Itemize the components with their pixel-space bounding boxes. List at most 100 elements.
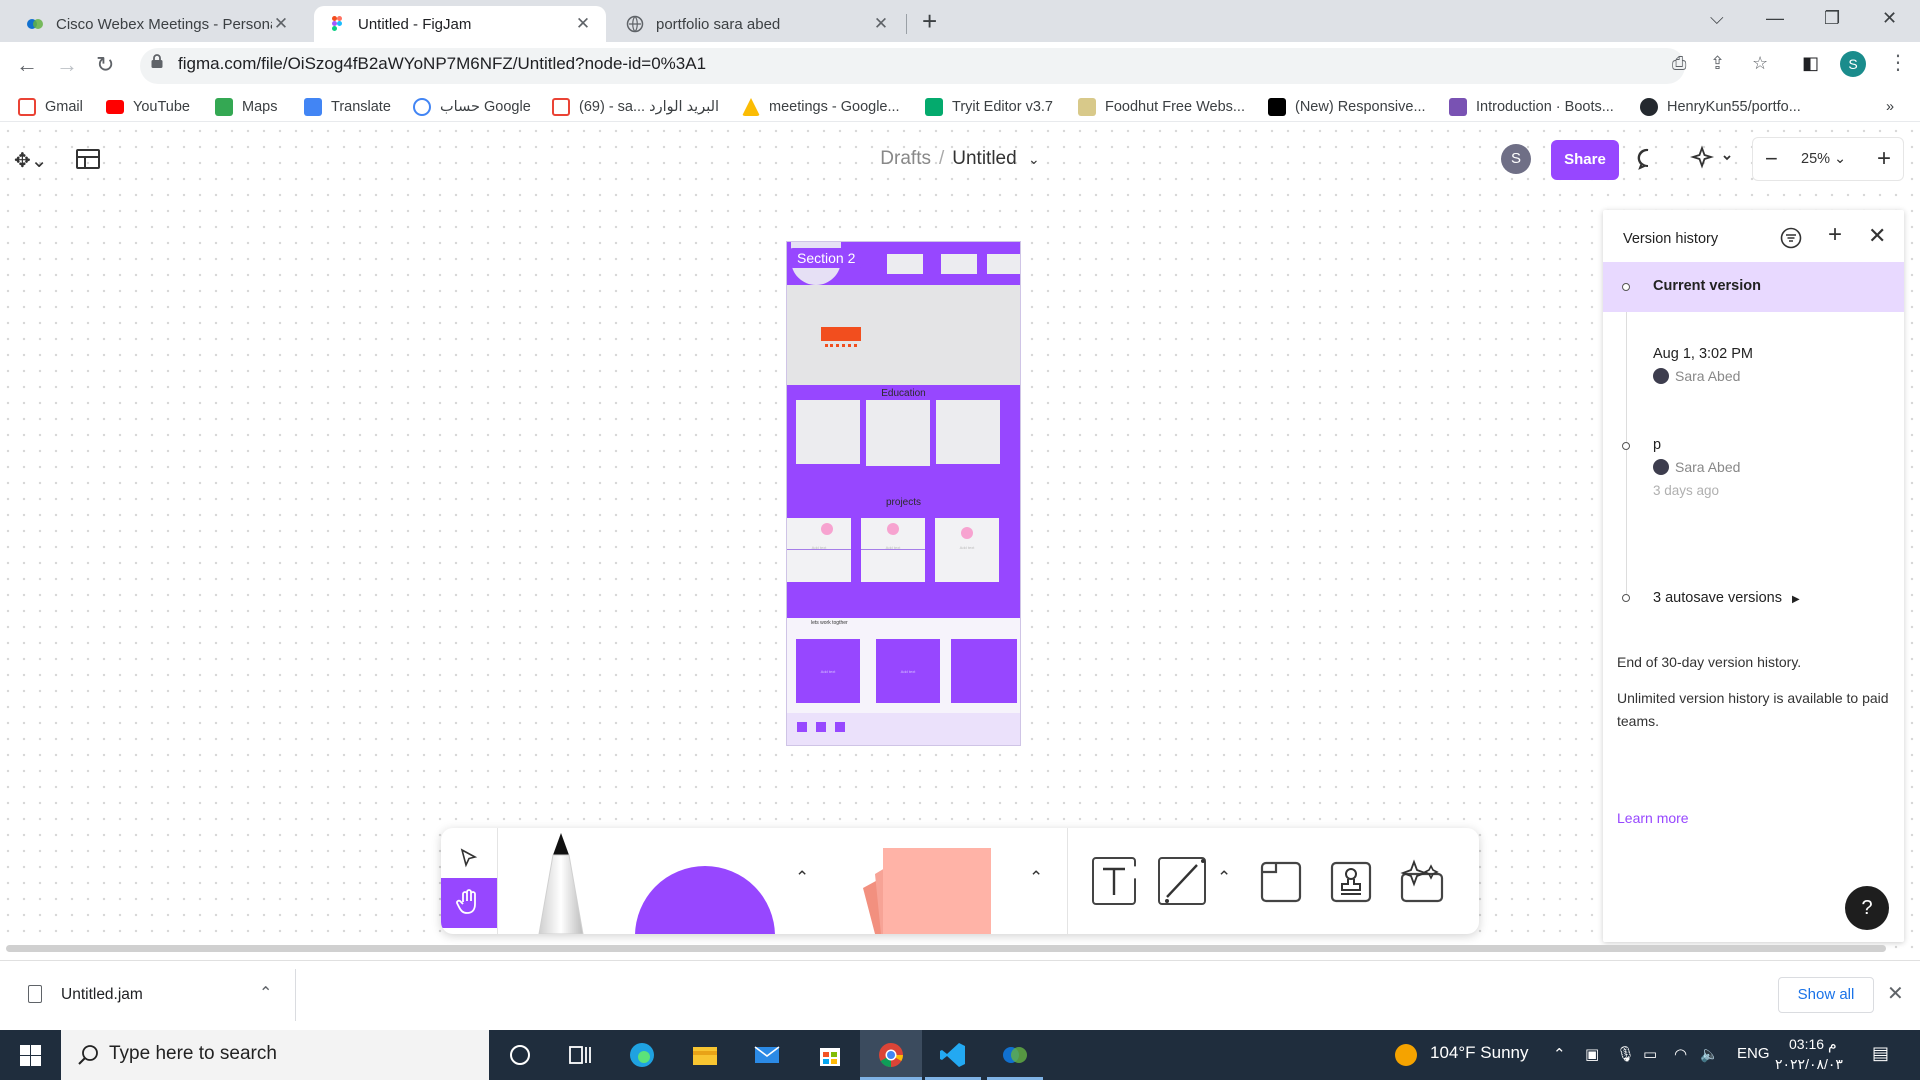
bookmark-github[interactable]: HenryKun55/portfo... [1640, 97, 1801, 117]
bookmark-gmail-inbox[interactable]: (69) - sa... البريد الوارد [552, 97, 719, 117]
close-icon[interactable]: ✕ [574, 14, 592, 34]
google-icon [413, 98, 431, 116]
sticky-note-tool[interactable] [845, 848, 1005, 934]
connector-tool-button[interactable] [1157, 857, 1206, 905]
version-current[interactable]: Current version [1603, 262, 1904, 312]
chevron-down-icon[interactable]: ⌄ [1028, 151, 1040, 167]
section-label[interactable]: Section 2 [789, 248, 864, 268]
add-version-button[interactable]: + [1828, 221, 1842, 249]
bookmark-responsive[interactable]: (New) Responsive... [1268, 97, 1426, 117]
webex-icon[interactable] [1000, 1040, 1030, 1070]
marker-pen-tool[interactable] [533, 833, 589, 934]
window-close-button[interactable]: ✕ [1882, 8, 1897, 29]
language-indicator[interactable]: ENG [1737, 1045, 1770, 1062]
shapes-chevron-icon[interactable]: ⌃ [795, 868, 809, 888]
zoom-level-dropdown[interactable]: 25% ⌄ [1801, 151, 1846, 167]
tab-figjam[interactable]: Untitled - FigJam ✕ [314, 6, 606, 42]
sticky-chevron-icon[interactable]: ⌃ [1029, 868, 1043, 888]
bookmarks-overflow-button[interactable]: » [1886, 97, 1894, 117]
microphone-icon[interactable]: 🎙 [1616, 1045, 1635, 1063]
vscode-icon[interactable] [938, 1040, 968, 1070]
stamp-tool-button[interactable] [1329, 860, 1373, 904]
widgets-tool-button[interactable] [1399, 858, 1445, 904]
wifi-icon[interactable]: ◠ [1674, 1045, 1687, 1063]
breadcrumb-drafts[interactable]: Drafts [880, 148, 931, 169]
file-title[interactable]: Untitled [952, 148, 1016, 169]
cortana-icon[interactable] [505, 1040, 535, 1070]
meet-now-icon[interactable]: ▣ [1585, 1045, 1599, 1063]
bookmark-youtube[interactable]: YouTube [106, 97, 190, 117]
profile-avatar[interactable]: S [1840, 51, 1866, 77]
install-app-icon[interactable]: ⎙ [1672, 53, 1686, 74]
chevron-up-icon[interactable]: ⌃ [259, 983, 272, 1003]
help-button[interactable]: ? [1845, 886, 1889, 930]
learn-more-link[interactable]: Learn more [1617, 810, 1689, 826]
file-explorer-icon[interactable] [690, 1040, 720, 1070]
user-avatar[interactable]: S [1501, 144, 1531, 174]
version-author-name: Sara Abed [1675, 459, 1741, 475]
bookmark-google-account[interactable]: حساب Google [413, 97, 531, 117]
bookmark-meetings[interactable]: meetings - Google... [742, 97, 900, 117]
close-icon[interactable]: ✕ [1868, 223, 1886, 249]
battery-icon[interactable]: ▭ [1643, 1045, 1657, 1063]
version-timeline [1626, 312, 1627, 598]
task-view-icon[interactable] [565, 1040, 595, 1070]
chevron-up-icon[interactable]: ⌃ [1553, 1045, 1566, 1063]
shape-circle-tool[interactable] [635, 866, 775, 934]
maximize-button[interactable]: ❐ [1824, 8, 1840, 29]
bookmark-tryit[interactable]: Tryit Editor v3.7 [925, 97, 1053, 117]
browser-menu-icon[interactable]: ⋮ [1888, 50, 1908, 75]
canvas-scrollbar[interactable] [6, 945, 1886, 952]
close-icon[interactable]: ✕ [872, 14, 890, 34]
download-file-name[interactable]: Untitled.jam [61, 986, 143, 1004]
taskbar-search-input[interactable]: Type here to search [61, 1030, 489, 1080]
portfolio-mockup-frame[interactable]: Section 2 Education projects Add text Ad… [786, 241, 1021, 746]
side-panel-icon[interactable]: ◧ [1802, 53, 1819, 74]
share-page-icon[interactable]: ⇪ [1710, 53, 1725, 74]
ai-sparkle-icon[interactable] [1690, 145, 1732, 173]
lock-icon[interactable] [150, 53, 164, 69]
minimize-button[interactable]: — [1766, 8, 1784, 29]
bookmark-translate[interactable]: Translate [304, 97, 391, 117]
edge-icon[interactable] [627, 1040, 657, 1070]
bookmark-star-icon[interactable]: ☆ [1752, 53, 1768, 74]
mail-icon[interactable] [752, 1040, 782, 1070]
filter-icon[interactable] [1780, 227, 1802, 249]
cursor-arrow-icon[interactable] [460, 848, 478, 868]
chrome-icon[interactable] [876, 1040, 906, 1070]
breadcrumb: Drafts / Untitled ⌄ [0, 148, 1920, 170]
notifications-icon[interactable]: ▤ [1872, 1043, 1889, 1064]
windows-start-icon[interactable] [20, 1045, 41, 1066]
tab-portfolio[interactable]: portfolio sara abed ✕ [612, 6, 904, 42]
weather-sun-icon[interactable] [1395, 1044, 1417, 1066]
forward-button[interactable]: → [56, 52, 78, 78]
show-all-button[interactable]: Show all [1778, 977, 1874, 1013]
tab-webex[interactable]: Cisco Webex Meetings - Persona ✕ [12, 6, 304, 42]
tab-search-chevron-icon[interactable]: ⌵ [1710, 8, 1724, 29]
zoom-in-button[interactable]: + [1877, 145, 1891, 173]
weather-text[interactable]: 104°F Sunny [1430, 1043, 1528, 1063]
close-icon[interactable]: ✕ [272, 14, 290, 34]
store-icon[interactable] [815, 1040, 845, 1070]
volume-icon[interactable]: 🔈 [1700, 1045, 1719, 1063]
bookmark-maps[interactable]: Maps [215, 97, 277, 117]
zoom-out-button[interactable]: − [1765, 146, 1778, 172]
url-text[interactable]: figma.com/file/OiSzog4fB2aWYoNP7M6NFZ/Un… [178, 54, 706, 74]
bookmark-gmail[interactable]: Gmail [18, 97, 83, 117]
bookmark-bootstrap[interactable]: Introduction · Boots... [1449, 97, 1614, 117]
clock-date[interactable]: ٢٠٢٢/٠٨/٠٣ [1775, 1056, 1843, 1073]
connector-chevron-icon[interactable]: ⌃ [1217, 868, 1231, 888]
reload-button[interactable]: ↻ [96, 52, 114, 78]
mockup-hero [787, 285, 1020, 385]
comment-icon[interactable] [1636, 147, 1660, 171]
text-tool-button[interactable] [1088, 857, 1136, 905]
new-tab-button[interactable]: + [922, 8, 937, 34]
section-tool-button[interactable] [1259, 860, 1303, 904]
bookmark-label: Translate [331, 99, 391, 115]
share-button[interactable]: Share [1551, 140, 1619, 180]
hand-tool-button[interactable] [441, 878, 497, 928]
clock-time[interactable]: 03:16 م [1789, 1036, 1837, 1053]
close-icon[interactable]: ✕ [1887, 981, 1904, 1006]
back-button[interactable]: ← [16, 52, 38, 78]
bookmark-foodhut[interactable]: Foodhut Free Webs... [1078, 97, 1245, 117]
